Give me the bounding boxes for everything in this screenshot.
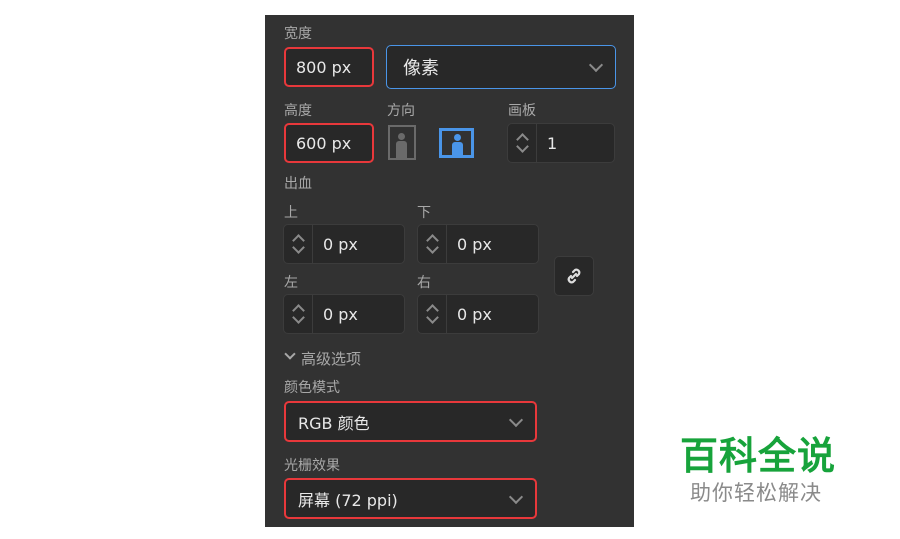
color-mode-select[interactable]: RGB 颜色 — [284, 401, 537, 442]
link-bleed-button[interactable] — [554, 256, 594, 296]
artboards-label: 画板 — [508, 103, 536, 119]
chevron-down-icon — [508, 412, 524, 427]
stepper-arrows[interactable] — [284, 225, 313, 263]
portrait-icon — [398, 133, 405, 140]
stepper-arrows[interactable] — [418, 295, 447, 333]
landscape-button[interactable] — [439, 128, 474, 158]
color-mode-label: 颜色模式 — [284, 380, 340, 396]
portrait-icon-body — [396, 141, 407, 158]
raster-label: 光栅效果 — [284, 458, 340, 474]
bleed-bottom-value: 0 px — [457, 234, 492, 254]
bleed-right-label: 右 — [417, 275, 431, 291]
width-input[interactable]: 800 px — [284, 47, 374, 87]
watermark-subtitle: 助你轻松解决 — [690, 481, 822, 505]
portrait-button[interactable] — [388, 125, 416, 160]
raster-effects-select[interactable]: 屏幕 (72 ppi) — [284, 478, 537, 519]
bleed-left-label: 左 — [284, 275, 298, 291]
bleed-bottom-label: 下 — [417, 205, 431, 221]
bleed-left-value: 0 px — [323, 304, 358, 324]
landscape-icon — [454, 134, 461, 141]
width-value: 800 px — [296, 57, 352, 77]
height-value: 600 px — [296, 133, 352, 153]
bleed-right-value: 0 px — [457, 304, 492, 324]
chevron-down-icon — [588, 57, 604, 73]
bleed-right-input[interactable]: 0 px — [417, 294, 539, 334]
document-settings-panel: 宽度 800 px 像素 高度 600 px 方向 画板 1 出血 上 0 px… — [265, 15, 634, 527]
height-label: 高度 — [284, 103, 312, 119]
landscape-icon-body — [452, 142, 463, 155]
bleed-left-input[interactable]: 0 px — [283, 294, 405, 334]
bleed-top-value: 0 px — [323, 234, 358, 254]
height-input[interactable]: 600 px — [284, 123, 374, 163]
chevron-down-icon — [508, 489, 524, 504]
artboards-value: 1 — [547, 133, 558, 153]
unit-value: 像素 — [403, 58, 439, 79]
advanced-options-toggle[interactable]: 高级选项 — [301, 348, 361, 369]
stepper-arrows[interactable] — [418, 225, 447, 263]
color-mode-value: RGB 颜色 — [298, 413, 370, 433]
artboards-stepper[interactable]: 1 — [507, 123, 615, 163]
watermark-title: 百科全说 — [680, 434, 837, 478]
bleed-bottom-input[interactable]: 0 px — [417, 224, 539, 264]
link-icon — [567, 268, 581, 284]
stepper-arrows[interactable] — [508, 124, 537, 162]
bleed-label: 出血 — [284, 176, 312, 192]
unit-select[interactable]: 像素 — [386, 45, 616, 89]
bleed-top-label: 上 — [284, 205, 298, 221]
orientation-label: 方向 — [387, 103, 415, 119]
chevron-down-icon[interactable] — [284, 348, 296, 360]
raster-value: 屏幕 (72 ppi) — [298, 490, 398, 510]
width-label: 宽度 — [284, 26, 312, 42]
bleed-top-input[interactable]: 0 px — [283, 224, 405, 264]
stepper-arrows[interactable] — [284, 295, 313, 333]
